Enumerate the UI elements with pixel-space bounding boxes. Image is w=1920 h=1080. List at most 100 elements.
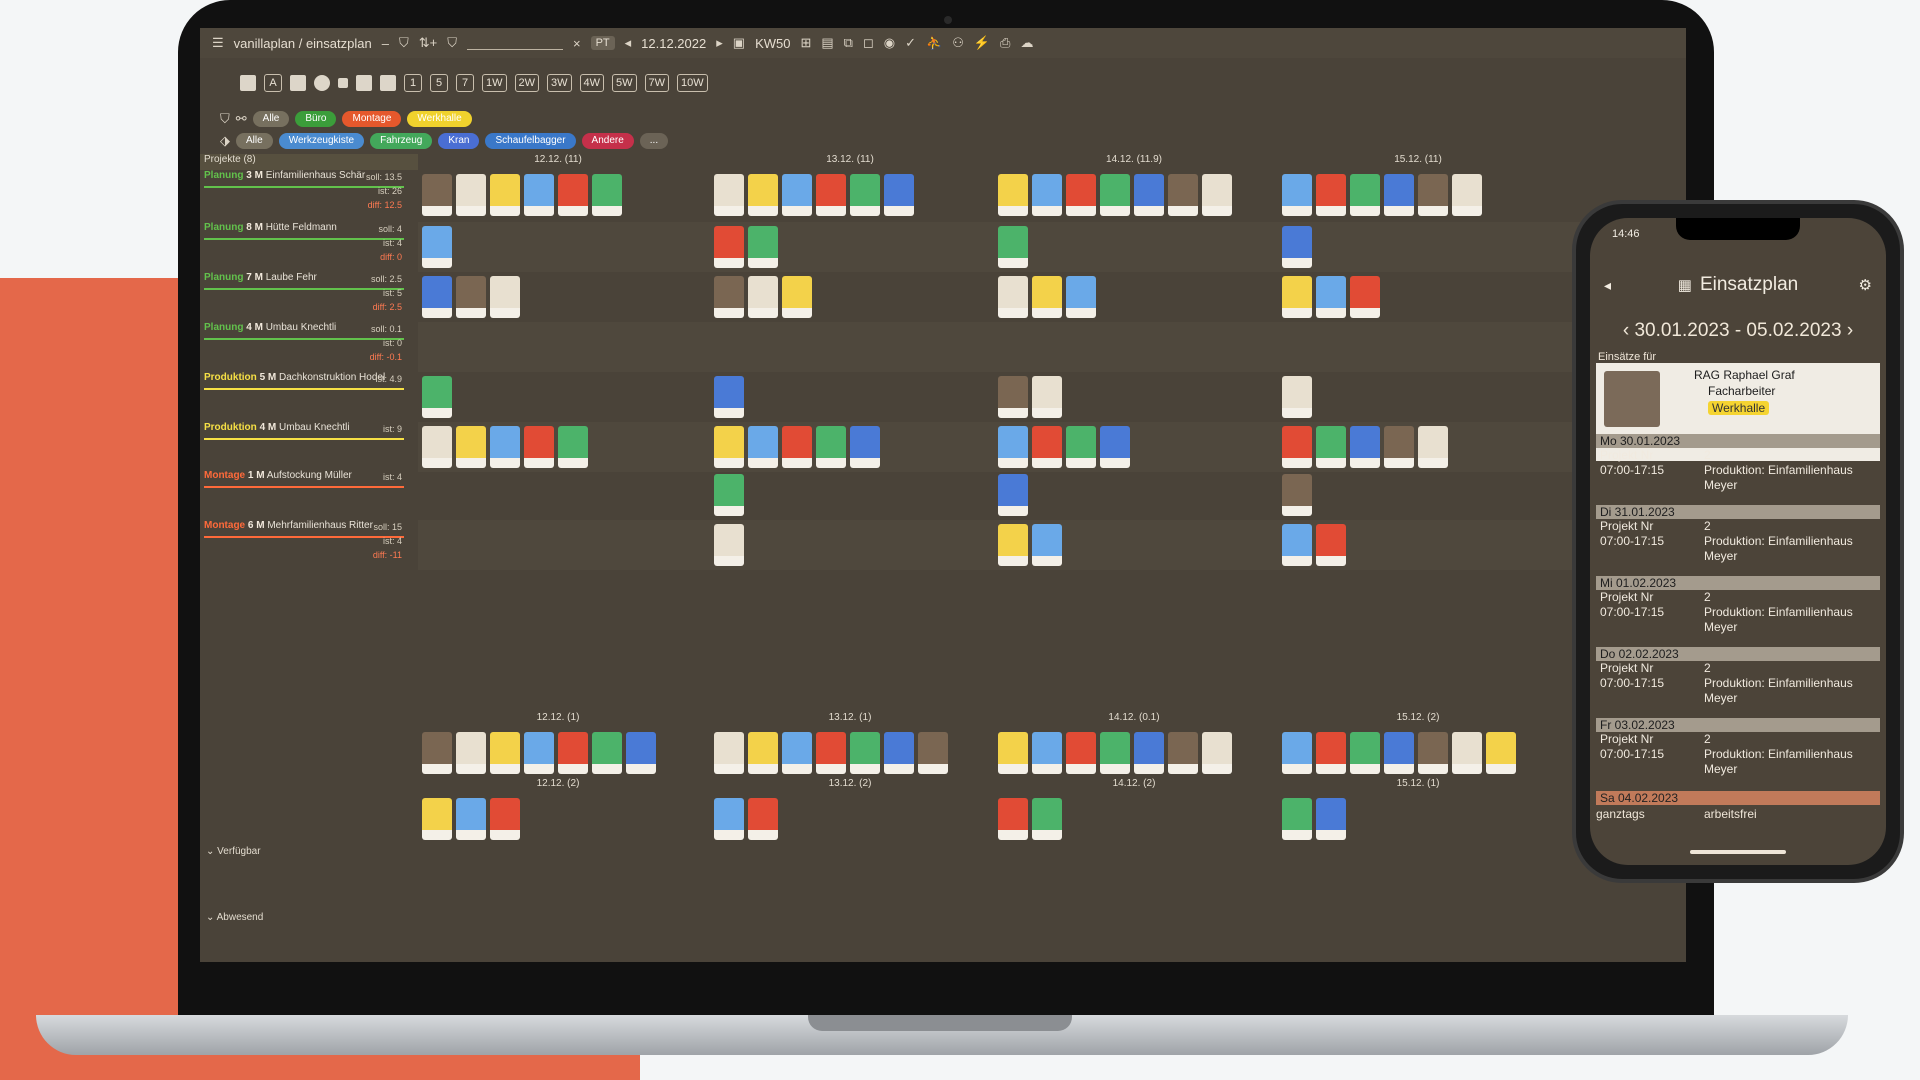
resource-avatar[interactable] <box>1032 426 1062 468</box>
available-avatar[interactable] <box>850 732 880 774</box>
filter-chip-row2-2[interactable]: Fahrzeug <box>370 133 433 149</box>
resource-avatar[interactable] <box>456 276 486 318</box>
project-row[interactable]: Montage 1 M Aufstockung Müller ist: 4 <box>204 470 412 520</box>
gear-icon[interactable]: ⚙ <box>1859 276 1872 294</box>
resource-avatar[interactable] <box>1032 276 1062 318</box>
available-avatar[interactable] <box>1066 732 1096 774</box>
absent-avatar[interactable] <box>998 798 1028 840</box>
prev-icon[interactable]: ◂ <box>625 35 632 51</box>
absent-header[interactable]: ⌄ Abwesend <box>206 912 263 923</box>
project-row[interactable]: Montage 6 M Mehrfamilienhaus Ritter soll… <box>204 520 412 570</box>
preset-2w[interactable]: 2W <box>514 74 539 92</box>
resource-avatar[interactable] <box>850 426 880 468</box>
filter-chip-row1-0[interactable]: Alle <box>252 111 290 127</box>
absent-avatar[interactable] <box>1282 798 1312 840</box>
resource-avatar[interactable] <box>1316 426 1346 468</box>
available-avatar[interactable] <box>1032 732 1062 774</box>
absent-avatar[interactable] <box>1316 798 1346 840</box>
resource-avatar[interactable] <box>714 226 744 268</box>
next-week-icon[interactable]: › <box>1847 320 1853 341</box>
resource-avatar[interactable] <box>714 376 744 418</box>
resource-avatar[interactable] <box>558 426 588 468</box>
resource-avatar[interactable] <box>998 474 1028 516</box>
available-avatar[interactable] <box>490 732 520 774</box>
available-avatar[interactable] <box>1384 732 1414 774</box>
absent-avatar[interactable] <box>456 798 486 840</box>
day-entry[interactable]: Mo 30.01.2023 Projekt Nr 2 07:00-17:15 Pro… <box>1596 434 1880 504</box>
filter-chip-row1-2[interactable]: Montage <box>342 111 402 127</box>
filter-icon[interactable]: ⛉ <box>399 35 409 51</box>
resource-avatar[interactable] <box>816 426 846 468</box>
preset-5[interactable]: 5 <box>430 74 448 92</box>
home-indicator[interactable] <box>1690 850 1786 854</box>
available-avatar[interactable] <box>592 732 622 774</box>
resource-avatar[interactable] <box>1418 174 1448 216</box>
available-avatar[interactable] <box>918 732 948 774</box>
resource-avatar[interactable] <box>422 426 452 468</box>
menu-icon[interactable]: ☰ <box>212 35 224 51</box>
circle-view-icon[interactable] <box>314 75 330 91</box>
resource-avatar[interactable] <box>998 226 1028 268</box>
resource-avatar[interactable] <box>1282 174 1312 216</box>
day-entry[interactable]: Do 02.02.2023 Projekt Nr 2 07:00-17:15 Pro… <box>1596 647 1880 717</box>
prev-week-icon[interactable]: ‹ <box>1623 320 1629 341</box>
available-avatar[interactable] <box>456 732 486 774</box>
resource-avatar[interactable] <box>1316 174 1346 216</box>
medium-view-icon[interactable] <box>356 75 372 91</box>
resource-avatar[interactable] <box>490 276 520 318</box>
available-avatar[interactable] <box>1316 732 1346 774</box>
projects-header[interactable]: Projekte (8) <box>200 154 418 170</box>
available-avatar[interactable] <box>782 732 812 774</box>
resource-avatar[interactable] <box>490 174 520 216</box>
available-avatar[interactable] <box>626 732 656 774</box>
day-column-header[interactable]: 13.12. (11) <box>710 154 990 170</box>
available-avatar[interactable] <box>816 732 846 774</box>
resource-avatar[interactable] <box>1282 276 1312 318</box>
hierarchy-icon[interactable]: ⚯ <box>236 111 247 127</box>
resource-avatar[interactable] <box>1418 426 1448 468</box>
check-icon[interactable]: ✓ <box>905 35 916 51</box>
resource-avatar[interactable] <box>1032 524 1062 566</box>
absent-avatar[interactable] <box>714 798 744 840</box>
resource-avatar[interactable] <box>490 426 520 468</box>
resource-avatar[interactable] <box>1282 226 1312 268</box>
day-column-header[interactable]: 15.12. (11) <box>1278 154 1558 170</box>
project-row[interactable]: Planung 3 M Einfamilienhaus Schär soll: … <box>204 170 412 220</box>
available-header[interactable]: ⌄ Verfügbar <box>206 846 261 857</box>
available-avatar[interactable] <box>748 732 778 774</box>
resource-avatar[interactable] <box>1282 426 1312 468</box>
current-date[interactable]: 12.12.2022 <box>641 36 706 51</box>
resource-avatar[interactable] <box>456 174 486 216</box>
a-view-button[interactable]: A <box>264 74 282 92</box>
resource-avatar[interactable] <box>1452 174 1482 216</box>
small-view-icon[interactable] <box>338 78 348 88</box>
resource-avatar[interactable] <box>1100 174 1130 216</box>
pt-toggle[interactable]: PT <box>590 36 615 50</box>
resource-avatar[interactable] <box>1168 174 1198 216</box>
day-entry[interactable]: Fr 03.02.2023 Projekt Nr 2 07:00-17:15 Pro… <box>1596 718 1880 788</box>
resource-avatar[interactable] <box>748 276 778 318</box>
absent-avatar[interactable] <box>490 798 520 840</box>
day-column-header[interactable]: 14.12. (11.9) <box>994 154 1274 170</box>
week-label[interactable]: KW50 <box>755 36 790 51</box>
back-icon[interactable]: ◂ <box>1604 277 1611 294</box>
resource-avatar[interactable] <box>998 376 1028 418</box>
resource-avatar[interactable] <box>592 174 622 216</box>
resource-avatar[interactable] <box>422 226 452 268</box>
resource-avatar[interactable] <box>524 426 554 468</box>
preset-3w[interactable]: 3W <box>547 74 572 92</box>
resource-avatar[interactable] <box>850 174 880 216</box>
resource-avatar[interactable] <box>1282 376 1312 418</box>
person-view-icon[interactable] <box>240 75 256 91</box>
resource-avatar[interactable] <box>748 426 778 468</box>
resource-avatar[interactable] <box>998 426 1028 468</box>
available-avatar[interactable] <box>422 732 452 774</box>
absent-avatar[interactable] <box>1032 798 1062 840</box>
resource-avatar[interactable] <box>714 524 744 566</box>
resource-avatar[interactable] <box>422 376 452 418</box>
filter-chip-row1-3[interactable]: Werkhalle <box>407 111 472 127</box>
resource-avatar[interactable] <box>1202 174 1232 216</box>
filter-input[interactable] <box>466 36 563 50</box>
resource-avatar[interactable] <box>714 426 744 468</box>
bolt-icon[interactable]: ⚡ <box>974 35 990 51</box>
